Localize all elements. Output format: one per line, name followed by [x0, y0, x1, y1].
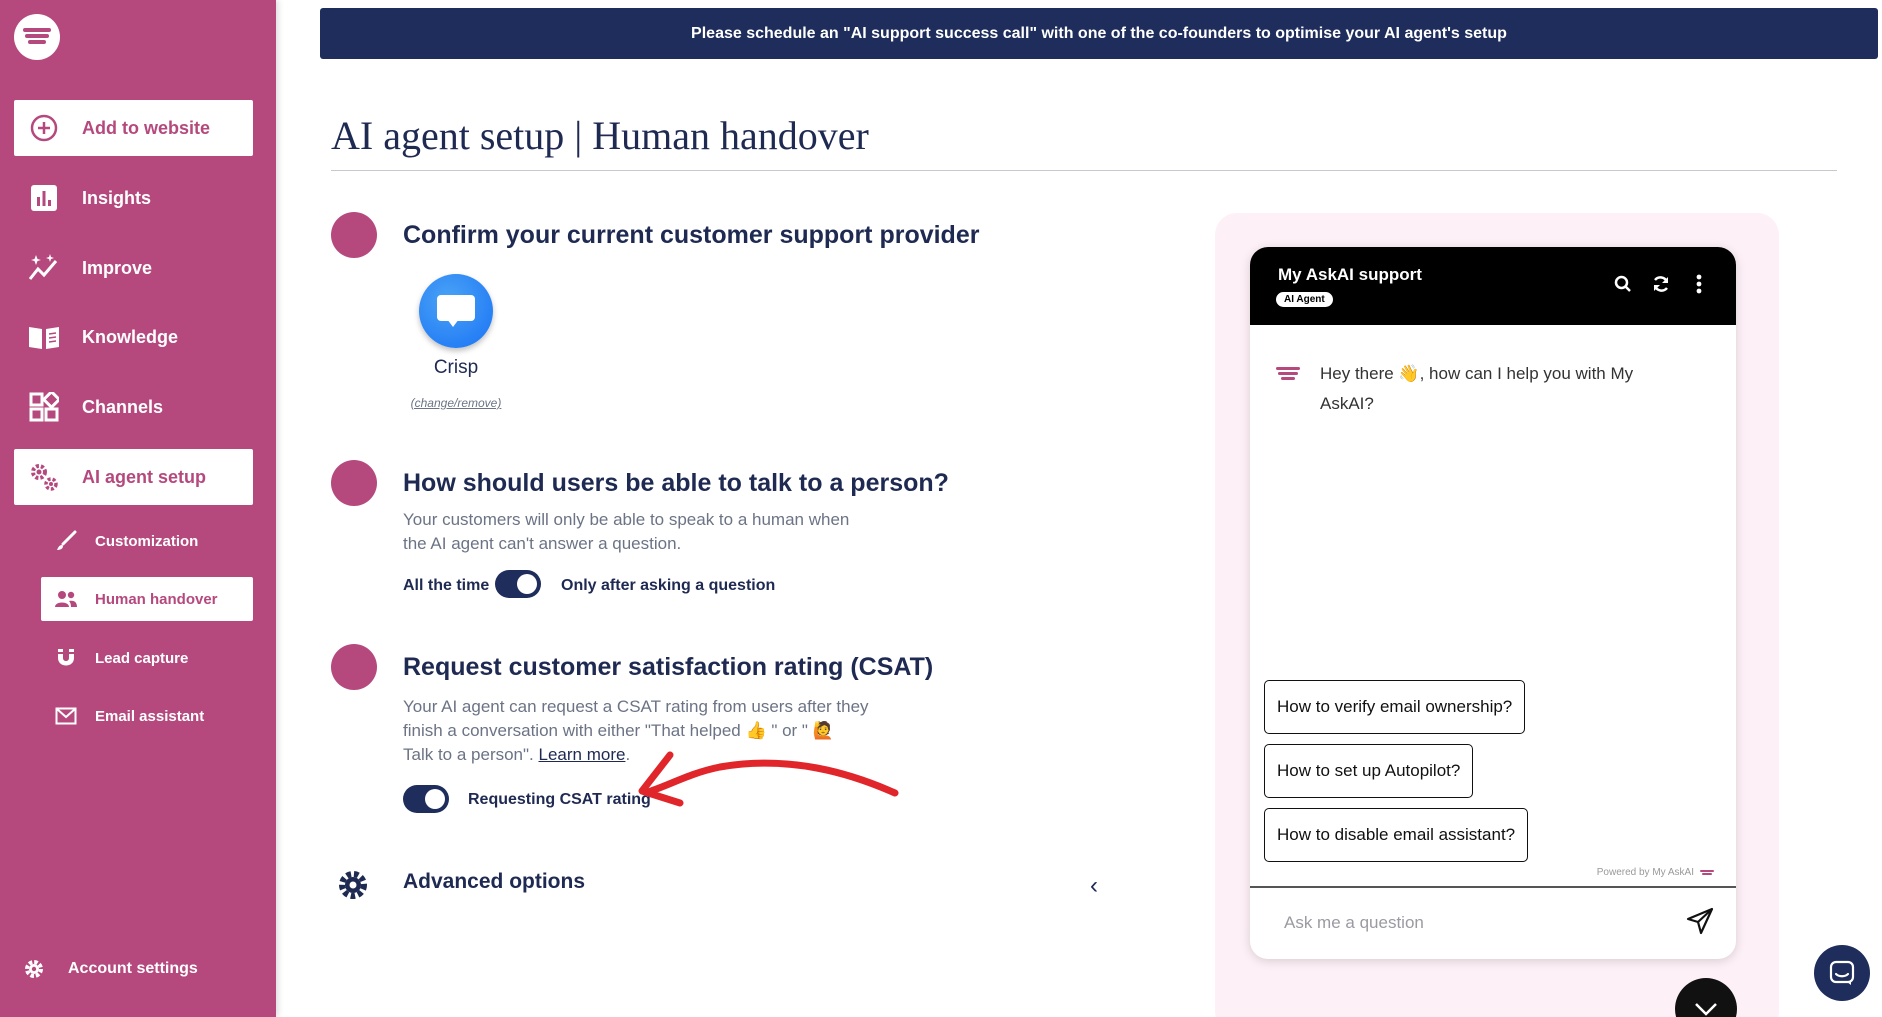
toggle-label-after-asking: Only after asking a question: [561, 577, 776, 594]
ai-agent-badge: AI Agent: [1276, 292, 1333, 307]
desc-line: the AI agent can't answer a question.: [403, 534, 682, 553]
csat-toggle-label: Requesting CSAT rating: [468, 791, 651, 808]
brush-icon: [53, 528, 79, 554]
chevron-left-icon[interactable]: ‹: [1090, 872, 1098, 900]
nav-label: Channels: [82, 396, 164, 417]
divider: [331, 170, 1837, 171]
refresh-icon[interactable]: [1650, 273, 1672, 295]
desc-line: finish a conversation with either "That …: [403, 721, 834, 740]
more-vertical-icon[interactable]: [1688, 273, 1710, 295]
nav-ai-agent-setup[interactable]: AI agent setup: [14, 449, 253, 505]
step-marker: [331, 644, 377, 690]
nav-label: Insights: [82, 187, 152, 208]
nav-channels[interactable]: Channels: [14, 379, 253, 435]
powered-by: Powered by My AskAI: [1597, 867, 1714, 878]
magnet-icon: [53, 645, 79, 671]
suggestion-button[interactable]: How to verify email ownership?: [1264, 680, 1526, 734]
banner-text: Please schedule an "AI support success c…: [691, 24, 1507, 42]
nav-label: Improve: [82, 257, 153, 278]
desc-line: Talk to a person".: [403, 745, 534, 764]
crisp-logo-icon: [419, 274, 493, 348]
nav-improve[interactable]: Improve: [14, 240, 253, 296]
chat-title: My AskAI support: [1278, 265, 1422, 284]
sub-label: Human handover: [95, 590, 218, 608]
page-title: AI agent setup | Human handover: [331, 113, 869, 158]
desc-line: Your customers will only be able to spea…: [403, 510, 850, 529]
change-provider-link[interactable]: (change/remove): [398, 396, 514, 410]
sub-human-handover[interactable]: Human handover: [41, 577, 253, 621]
book-icon: [24, 317, 64, 357]
chat-input[interactable]: Ask me a question: [1284, 913, 1424, 933]
section-csat-title: Request customer satisfaction rating (CS…: [403, 653, 934, 681]
announcement-banner[interactable]: Please schedule an "AI support success c…: [320, 8, 1878, 59]
gear-icon: [20, 955, 48, 983]
envelope-icon: [53, 703, 79, 729]
sub-lead-capture[interactable]: Lead capture: [41, 636, 253, 680]
bot-avatar: [1276, 367, 1300, 382]
nav-insights[interactable]: Insights: [14, 170, 253, 226]
toggle-label-all-the-time: All the time: [403, 577, 490, 594]
sub-email-assistant[interactable]: Email assistant: [41, 694, 253, 738]
annotation-arrow: [638, 751, 899, 807]
sidebar: Add to website Insights Improve Knowledg…: [0, 0, 276, 1017]
search-icon[interactable]: [1612, 273, 1634, 295]
send-icon[interactable]: [1686, 907, 1716, 937]
csat-toggle[interactable]: [403, 785, 449, 813]
bot-greeting: Hey there 👋, how can I help you with My …: [1320, 364, 1634, 413]
gears-icon: [24, 457, 64, 497]
nav-label: Add to website: [82, 117, 211, 138]
support-chat-launcher[interactable]: [1814, 945, 1870, 1001]
section-talk-title: How should users be able to talk to a pe…: [403, 469, 949, 497]
section-talk-description: Your customers will only be able to spea…: [403, 508, 849, 556]
account-settings-label: Account settings: [68, 960, 198, 977]
step-marker: [331, 212, 377, 258]
suggestion-button[interactable]: How to disable email assistant?: [1264, 808, 1529, 862]
settings-gear-icon: [336, 868, 370, 902]
plus-circle-icon: [24, 108, 64, 148]
suggestion-button[interactable]: How to set up Autopilot?: [1264, 744, 1474, 798]
sub-label: Email assistant: [95, 707, 205, 725]
chat-widget: My AskAI support AI Agent Hey there 👋, h…: [1250, 247, 1736, 959]
sub-label: Customization: [95, 532, 199, 550]
sub-label: Lead capture: [95, 649, 189, 667]
chat-launcher-icon: [1829, 960, 1855, 985]
advanced-options-toggle[interactable]: Advanced options: [403, 870, 585, 894]
sparkle-chart-icon: [24, 248, 64, 288]
bar-chart-icon: [24, 178, 64, 218]
nav-label: Knowledge: [82, 326, 179, 347]
nav-add-to-website[interactable]: Add to website: [14, 100, 253, 156]
askai-mini-logo-icon: [1700, 869, 1714, 876]
divider: [1250, 886, 1736, 888]
chevron-down-icon: [1695, 1003, 1717, 1016]
learn-more-link[interactable]: Learn more: [539, 745, 626, 764]
sub-customization[interactable]: Customization: [41, 519, 253, 563]
desc-line: Your AI agent can request a CSAT rating …: [403, 697, 869, 716]
chat-header: My AskAI support AI Agent: [1250, 247, 1736, 325]
account-settings[interactable]: Account settings: [20, 955, 198, 983]
people-icon: [53, 586, 79, 612]
nav-knowledge[interactable]: Knowledge: [14, 309, 253, 365]
grid-icon: [24, 387, 64, 427]
handover-mode-toggle[interactable]: [495, 570, 541, 598]
step-marker: [331, 460, 377, 506]
powered-by-text: Powered by My AskAI: [1596, 867, 1694, 878]
logo[interactable]: [14, 14, 60, 60]
provider-name: Crisp: [433, 357, 479, 378]
nav-label: AI agent setup: [82, 466, 207, 487]
section-provider-title: Confirm your current customer support pr…: [403, 221, 980, 249]
